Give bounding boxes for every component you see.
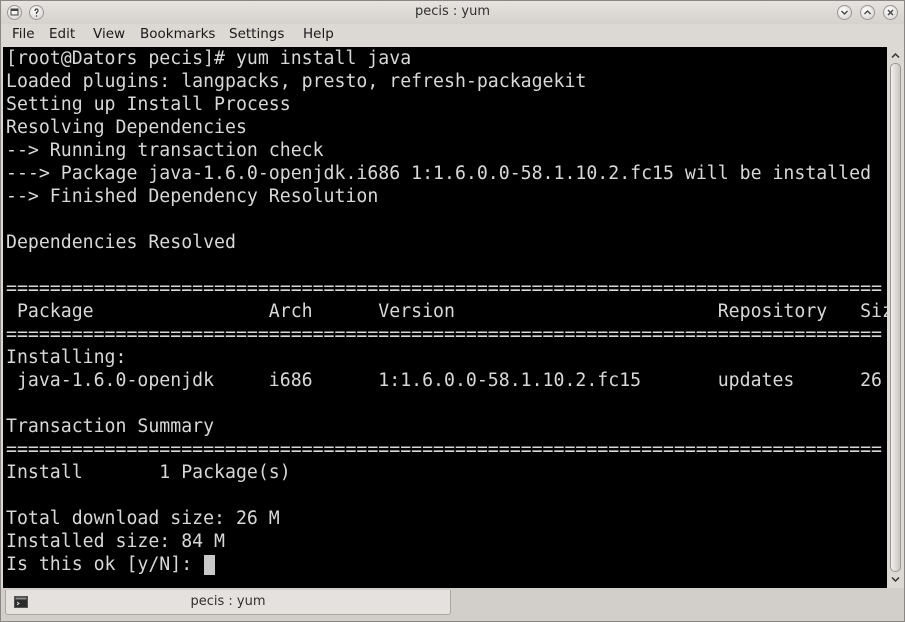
scroll-track[interactable]: [890, 63, 901, 572]
scroll-thumb[interactable]: [890, 63, 901, 572]
terminal-separator: ========================================…: [6, 439, 882, 460]
terminal-line: Setting up Install Process: [6, 94, 291, 115]
scroll-down-icon[interactable]: [889, 573, 902, 586]
terminal-line: Installing:: [6, 347, 127, 368]
close-icon[interactable]: [883, 5, 898, 20]
menu-bar: File Edit View Bookmarks Settings Help: [1, 24, 904, 46]
terminal-line: --> Running transaction check: [6, 140, 324, 161]
window-title: pecis : yum: [414, 4, 491, 19]
terminal-cursor: [204, 555, 215, 575]
terminal-separator: ========================================…: [6, 324, 882, 345]
menu-bookmarks[interactable]: Bookmarks: [140, 26, 215, 42]
terminal-window: pecis : yum File Edit View Bookmarks Set…: [0, 0, 905, 622]
terminal-line: Install 1 Package(s): [6, 462, 291, 483]
terminal-line: Transaction Summary: [6, 416, 215, 437]
title-bar[interactable]: pecis : yum: [1, 1, 904, 24]
terminal-line: Installed size: 84 M: [6, 531, 225, 552]
menu-view[interactable]: View: [93, 26, 125, 42]
table-header: Package Arch Version Repository Size: [6, 301, 887, 322]
menu-help[interactable]: Help: [303, 26, 334, 42]
vertical-scrollbar[interactable]: [887, 47, 904, 588]
terminal-line: Resolving Dependencies: [6, 117, 247, 138]
minimize-icon[interactable]: [837, 5, 852, 20]
menu-edit[interactable]: Edit: [49, 26, 75, 42]
scroll-up-icon[interactable]: [889, 49, 902, 62]
menu-settings[interactable]: Settings: [229, 26, 284, 42]
tab-pecis-yum[interactable]: pecis : yum: [5, 590, 451, 615]
tab-bar: pecis : yum: [1, 588, 904, 621]
terminal-prompt: Is this ok [y/N]:: [6, 554, 204, 575]
terminal-line: Loaded plugins: langpacks, presto, refre…: [6, 71, 587, 92]
terminal-output[interactable]: [root@Dators pecis]# yum install java Lo…: [3, 47, 887, 588]
menu-file[interactable]: File: [12, 26, 35, 42]
terminal-line: --> Finished Dependency Resolution: [6, 186, 379, 207]
terminal-separator: ========================================…: [6, 278, 882, 299]
tab-label: pecis : yum: [190, 594, 266, 609]
terminal-line: ---> Package java-1.6.0-openjdk.i686 1:1…: [6, 163, 872, 184]
terminal-line: Total download size: 26 M: [6, 508, 280, 529]
terminal-line: Dependencies Resolved: [6, 232, 236, 253]
maximize-icon[interactable]: [860, 5, 875, 20]
terminal-line: [root@Dators pecis]# yum install java: [6, 48, 412, 69]
table-row: java-1.6.0-openjdk i686 1:1.6.0.0-58.1.1…: [6, 370, 887, 391]
